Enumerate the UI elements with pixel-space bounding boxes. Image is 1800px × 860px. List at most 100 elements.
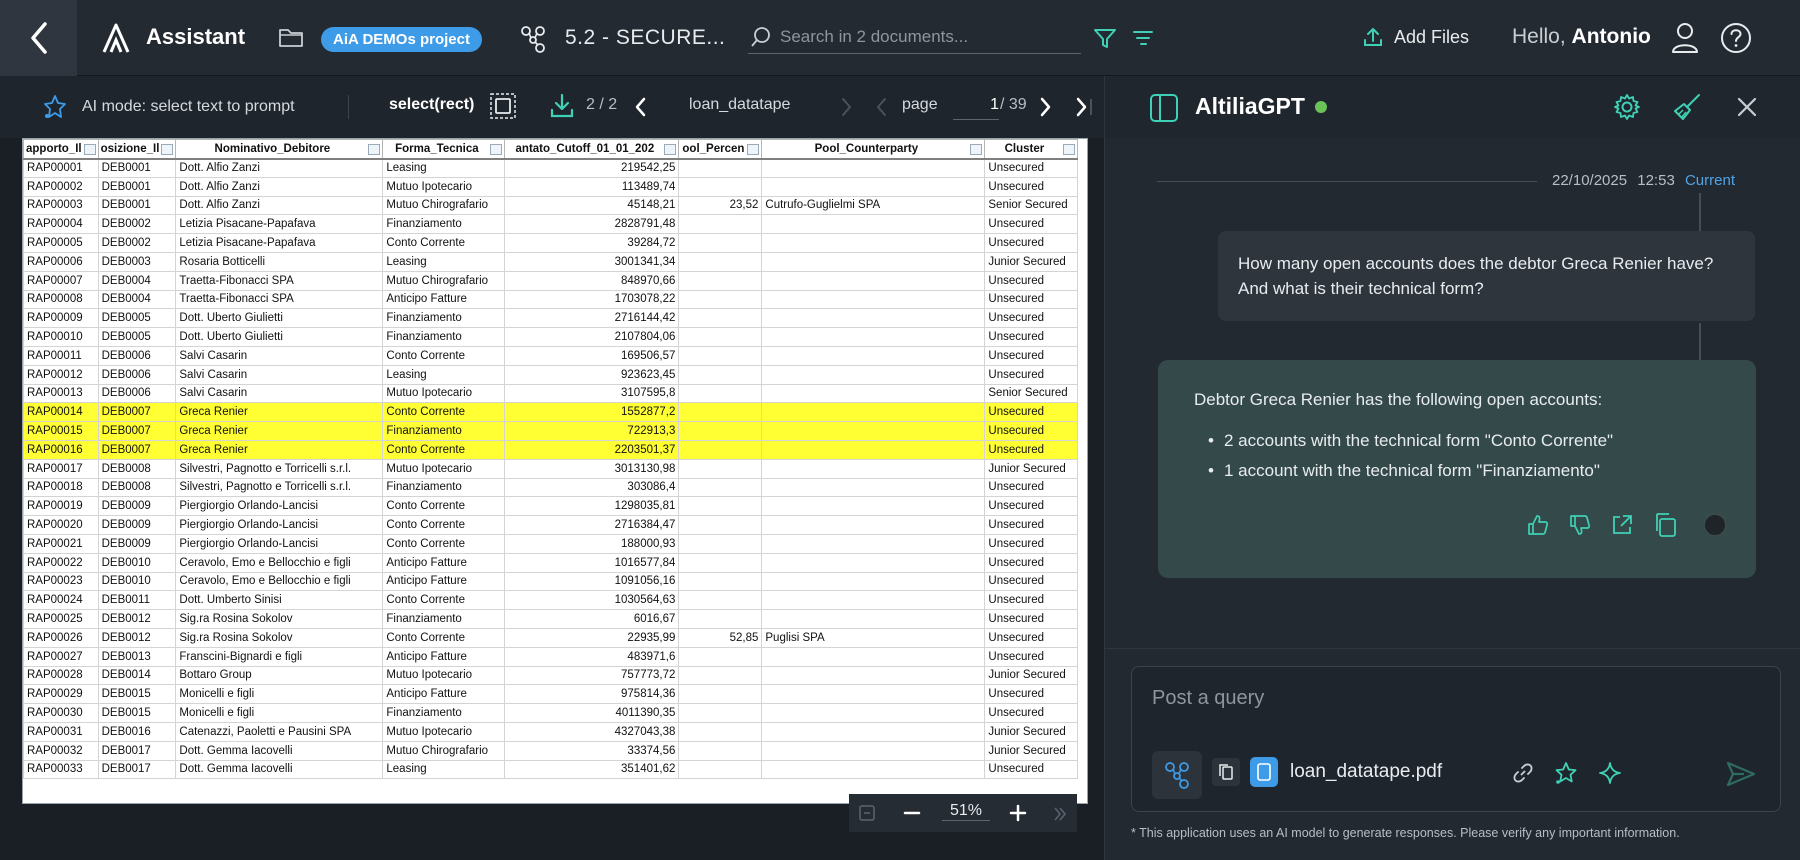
table-row[interactable]: RAP00024 DEB0011 Dott. Umberto Sinisi Conto… [23, 590, 1079, 611]
table-row[interactable]: RAP00022 DEB0010 Ceravolo, Emo e Bellocchi… [23, 552, 1079, 573]
rect-select-icon[interactable] [489, 92, 517, 120]
table-row[interactable]: RAP00014 DEB0007 Greca Renier Conto Corrent… [23, 402, 1079, 423]
table-row[interactable]: RAP00028 DEB0014 Bottaro Group Mutuo Ipotec… [23, 665, 1079, 686]
zoom-level[interactable]: 51% [942, 802, 990, 821]
user-icon[interactable] [1670, 22, 1700, 54]
graph-icon[interactable] [520, 25, 546, 53]
table-cell [678, 176, 763, 197]
table-row[interactable]: RAP00006 DEB0003 Rosaria Botticelli Leasing… [23, 251, 1079, 272]
table-row[interactable]: RAP00008 DEB0004 Traetta-Fibonacci SPA Anti… [23, 289, 1079, 310]
table-row[interactable]: RAP00001 DEB0001 Dott. Alfio Zanzi Leasing 2… [23, 158, 1079, 178]
zoom-out-icon[interactable] [903, 806, 921, 820]
table-row[interactable]: RAP00013 DEB0006 Salvi Casarin Mutuo Ipotec… [23, 383, 1079, 404]
column-filter-button[interactable] [747, 144, 760, 155]
table-cell [761, 402, 986, 423]
column-filter-button[interactable] [1063, 144, 1076, 155]
filter-icon[interactable] [1093, 28, 1117, 50]
sparkle-icon[interactable] [1598, 761, 1622, 785]
table-row[interactable]: RAP00009 DEB0005 Dott. Uberto Giulietti Fin… [23, 308, 1079, 329]
table-row[interactable]: RAP00016 DEB0007 Greca Renier Conto Corrent… [23, 439, 1079, 460]
send-icon[interactable] [1726, 761, 1756, 787]
add-files-button[interactable]: Add Files [1362, 26, 1469, 48]
table-row[interactable]: RAP00026 DEB0012 Sig.ra Rosina Sokolov Cont… [23, 627, 1079, 648]
link-icon[interactable] [1512, 762, 1534, 784]
table-row[interactable]: RAP00021 DEB0009 Piergiorgio Orlando-Lanci… [23, 533, 1079, 554]
table-row[interactable]: RAP00019 DEB0009 Piergiorgio Orlando-Lanci… [23, 496, 1079, 517]
table-row[interactable]: RAP00005 DEB0002 Letizia Pisacane-Papafava… [23, 233, 1079, 253]
spreadsheet-page[interactable]: apporto_Il osizione_Il Nominativo_Debitore… [22, 138, 1088, 804]
column-filter-button[interactable] [664, 144, 677, 155]
table-row[interactable]: RAP00025 DEB0012 Sig.ra Rosina Sokolov Fina… [23, 609, 1079, 629]
table-row[interactable]: RAP00010 DEB0005 Dott. Uberto Giulietti Fin… [23, 327, 1079, 347]
column-header[interactable]: Cluster [984, 139, 1079, 160]
graph-mode-button[interactable] [1152, 751, 1202, 799]
ai-mode-toggle[interactable]: AI mode: select text to prompt [42, 94, 295, 120]
document-title[interactable]: 5.2 - SECURE... [565, 26, 725, 50]
table-row[interactable]: RAP00004 DEB0002 Letizia Pisacane-Papafava… [23, 214, 1079, 235]
table-row[interactable]: RAP00018 DEB0008 Silvestri, Pagnotto e Tor… [23, 477, 1079, 498]
table-cell [761, 609, 986, 629]
column-header[interactable]: Pool_Counterparty [761, 139, 986, 160]
thumbs-up-icon[interactable] [1527, 514, 1549, 536]
sort-icon[interactable] [1133, 30, 1153, 46]
table-row[interactable]: RAP00011 DEB0006 Salvi Casarin Conto Corren… [23, 345, 1079, 366]
table-row[interactable]: RAP00023 DEB0010 Ceravolo, Emo e Bellocchi… [23, 571, 1079, 592]
table-row[interactable]: RAP00003 DEB0001 Dott. Alfio Zanzi Mutuo Ch… [23, 195, 1079, 216]
page-number-input[interactable]: 1 [953, 92, 999, 120]
table-cell: Dott. Umberto Sinisi [175, 590, 384, 611]
table-row[interactable]: RAP00015 DEB0007 Greca Renier Finanziamento… [23, 421, 1079, 441]
table-row[interactable]: RAP00012 DEB0006 Salvi Casarin Leasing 92362… [23, 364, 1079, 385]
table-row[interactable]: RAP00002 DEB0001 Dott. Alfio Zanzi Mutuo Ip… [23, 176, 1079, 197]
column-header[interactable]: osizione_Il [97, 139, 177, 160]
back-button[interactable] [0, 0, 77, 76]
star-icon[interactable] [1554, 761, 1578, 785]
column-filter-button[interactable] [490, 144, 503, 155]
column-header[interactable]: antato_Cutoff_01_01_202 [504, 139, 680, 160]
column-header[interactable]: apporto_Il [23, 139, 99, 160]
column-header[interactable]: Nominativo_Debitore [175, 139, 384, 160]
table-row[interactable]: RAP00031 DEB0016 Catenazzi, Paoletti e Pau… [23, 721, 1079, 742]
project-badge[interactable]: AiA DEMOs project [321, 27, 482, 52]
panel-icon[interactable] [1149, 93, 1179, 123]
table-row[interactable]: RAP00007 DEB0004 Traetta-Fibonacci SPA Mutu… [23, 270, 1079, 291]
documents-toggle[interactable] [1212, 758, 1240, 786]
column-filter-button[interactable] [161, 144, 174, 155]
copy-icon[interactable] [1653, 512, 1677, 538]
online-status-dot [1315, 101, 1327, 113]
query-input[interactable] [1152, 683, 1752, 713]
table-row[interactable]: RAP00033 DEB0017 Dott. Gemma Iacovelli Leas… [23, 759, 1079, 780]
column-filter-button[interactable] [368, 144, 381, 155]
column-header[interactable]: Forma_Tecnica [382, 139, 506, 160]
table-row[interactable]: RAP00017 DEB0008 Silvestri, Pagnotto e Tor… [23, 458, 1079, 479]
zoom-in-icon[interactable] [1009, 804, 1027, 822]
column-filter-button[interactable] [83, 144, 96, 155]
help-icon[interactable] [1720, 22, 1752, 54]
table-cell: Junior Secured [984, 721, 1079, 742]
column-filter-button[interactable] [970, 144, 983, 155]
thumbs-down-icon[interactable] [1569, 514, 1591, 536]
table-row[interactable]: RAP00029 DEB0015 Monicelli e figli Anticipo… [23, 684, 1079, 705]
table-row[interactable]: RAP00030 DEB0015 Monicelli e figli Finanzia… [23, 703, 1079, 723]
zoom-fit-icon[interactable] [859, 805, 875, 821]
search-input[interactable] [780, 24, 1076, 50]
column-header[interactable]: ool_Percen [678, 139, 763, 160]
chevron-right-icon[interactable] [1037, 96, 1053, 118]
broom-icon[interactable] [1673, 93, 1701, 121]
table-row[interactable]: RAP00020 DEB0009 Piergiorgio Orlando-Lanci… [23, 515, 1079, 535]
share-icon[interactable] [1611, 514, 1633, 536]
table-row[interactable]: RAP00027 DEB0013 Franscini-Bignardi e figl… [23, 646, 1079, 667]
table-row[interactable]: RAP00032 DEB0017 Dott. Gemma Iacovelli Mutu… [23, 740, 1079, 761]
folder-icon[interactable] [278, 26, 304, 48]
table-cell: RAP00008 [23, 289, 99, 310]
file-label: loan_datatape [689, 96, 791, 113]
download-icon[interactable] [549, 92, 575, 120]
chevron-left-icon[interactable] [633, 96, 649, 118]
table-cell: DEB0009 [97, 533, 177, 554]
gear-icon[interactable] [1613, 93, 1641, 121]
table-cell: RAP00010 [23, 327, 99, 347]
close-icon[interactable] [1735, 95, 1759, 119]
chevron-right-icon[interactable] [1073, 96, 1095, 118]
current-label[interactable]: Current [1685, 172, 1735, 189]
attached-file-chip[interactable]: loan_datatape.pdf [1212, 757, 1442, 787]
expand-icon[interactable] [1053, 806, 1067, 822]
